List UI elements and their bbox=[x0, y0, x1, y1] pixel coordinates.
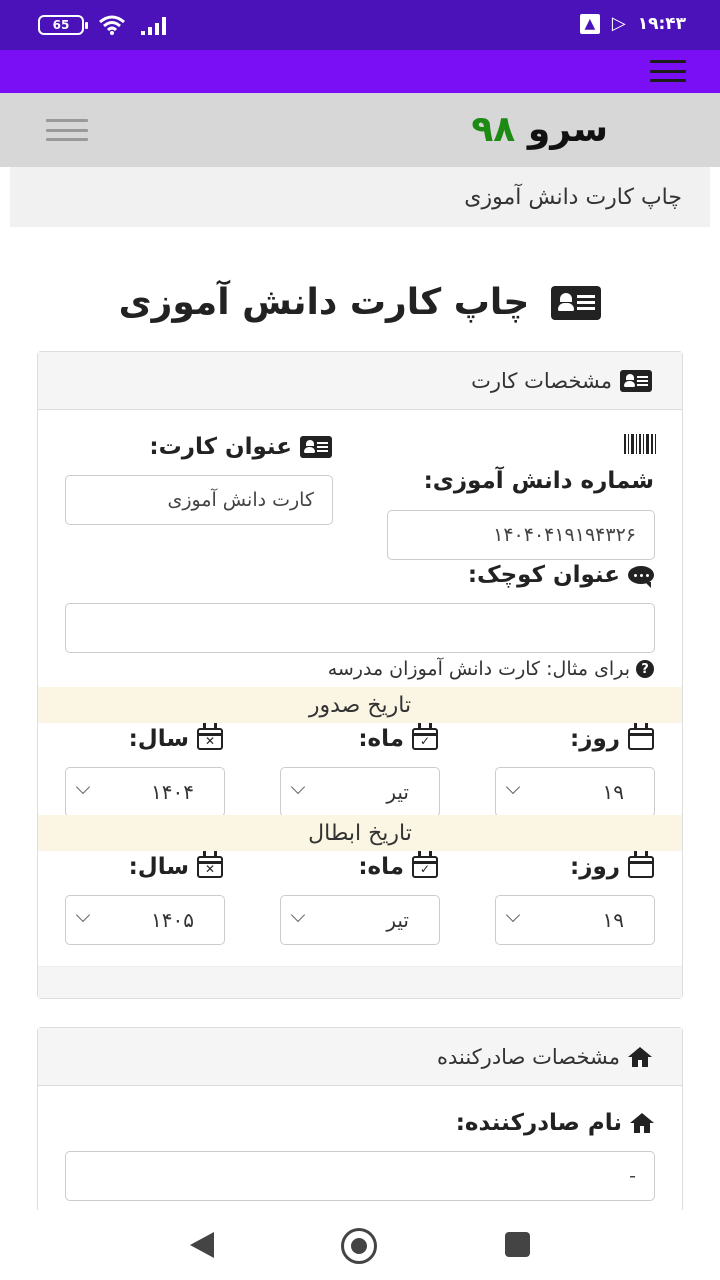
comment-icon bbox=[628, 566, 654, 588]
page-title: چاپ کارت دانش آموزی bbox=[0, 282, 720, 323]
calendar-icon bbox=[628, 851, 654, 878]
card-title-input[interactable]: کارت دانش آموزی bbox=[65, 475, 333, 525]
chevron-down-icon bbox=[290, 907, 306, 923]
student-number-input[interactable]: ۱۴۰۴۰۴۱۹۱۹۴۳۲۶ bbox=[387, 510, 655, 560]
calendar-check-icon: ✓ bbox=[412, 851, 438, 878]
calendar-times-icon: ✕ bbox=[197, 851, 223, 878]
nav-toggle-icon[interactable] bbox=[46, 119, 88, 141]
id-card-icon bbox=[551, 285, 602, 320]
clock: ۱۹:۴۳ bbox=[637, 14, 686, 34]
id-card-icon bbox=[300, 436, 332, 458]
status-bar: 65 ▲ ▷ ۱۹:۴۳ bbox=[0, 0, 720, 50]
issuer-name-label: نام صادرکننده: bbox=[456, 1110, 654, 1136]
expiry-day-label: روز: bbox=[570, 851, 654, 880]
card-specs-header: مشخصات کارت bbox=[38, 352, 682, 410]
id-card-icon bbox=[620, 369, 652, 392]
breadcrumb: چاپ کارت دانش آموزی bbox=[10, 167, 710, 227]
expiry-year-select[interactable]: ۱۴۰۵ bbox=[65, 895, 225, 945]
small-title-label: عنوان کوچک: bbox=[468, 562, 654, 588]
battery-icon: 65 bbox=[38, 15, 88, 35]
issuer-header: مشخصات صادرکننده bbox=[38, 1028, 682, 1086]
chevron-down-icon bbox=[290, 779, 306, 795]
issue-month-select[interactable]: تیر bbox=[280, 767, 440, 817]
chevron-down-icon bbox=[505, 907, 521, 923]
calendar-icon bbox=[628, 723, 654, 750]
expiry-year-label: ✕ سال: bbox=[129, 851, 223, 880]
brand-logo[interactable]: سرو ۹۸ bbox=[471, 109, 608, 150]
home-icon bbox=[630, 1113, 654, 1133]
battery-level: 65 bbox=[52, 18, 70, 32]
wifi-icon bbox=[99, 15, 125, 35]
student-number-label: شماره دانش آموزی: bbox=[423, 468, 654, 494]
system-navigation-bar bbox=[0, 1210, 720, 1280]
calendar-times-icon: ✕ bbox=[197, 723, 223, 750]
issue-date-heading: تاریخ صدور bbox=[38, 687, 682, 723]
calendar-check-icon: ✓ bbox=[412, 723, 438, 750]
menu-icon[interactable] bbox=[650, 60, 686, 82]
card-specs-footer bbox=[38, 966, 682, 998]
issue-day-label: روز: bbox=[570, 723, 654, 752]
page-title-text: چاپ کارت دانش آموزی bbox=[118, 282, 530, 323]
question-circle-icon: ? bbox=[636, 660, 654, 678]
issue-day-select[interactable]: ۱۹ bbox=[495, 767, 655, 817]
barcode-icon bbox=[624, 434, 656, 454]
small-title-input[interactable] bbox=[65, 603, 655, 653]
home-icon bbox=[628, 1046, 652, 1067]
card-title-label: عنوان کارت: bbox=[149, 434, 332, 460]
chevron-down-icon bbox=[505, 779, 521, 795]
issue-month-label: ✓ ماه: bbox=[358, 723, 438, 752]
expiry-date-heading: تاریخ ابطال bbox=[38, 815, 682, 851]
issue-year-label: ✕ سال: bbox=[129, 723, 223, 752]
play-icon: ▷ bbox=[611, 13, 626, 34]
chevron-down-icon bbox=[75, 907, 91, 923]
breadcrumb-item: چاپ کارت دانش آموزی bbox=[464, 184, 682, 210]
site-navbar: سرو ۹۸ bbox=[0, 93, 720, 167]
upload-notification-icon: ▲ bbox=[579, 14, 600, 34]
top-bar bbox=[0, 50, 720, 93]
chevron-down-icon bbox=[75, 779, 91, 795]
issuer-name-input[interactable]: - bbox=[65, 1151, 655, 1201]
home-button-icon[interactable] bbox=[341, 1228, 377, 1264]
expiry-day-select[interactable]: ۱۹ bbox=[495, 895, 655, 945]
expiry-month-select[interactable]: تیر bbox=[280, 895, 440, 945]
recent-apps-icon[interactable] bbox=[505, 1232, 530, 1257]
expiry-month-label: ✓ ماه: bbox=[358, 851, 438, 880]
issue-year-select[interactable]: ۱۴۰۴ bbox=[65, 767, 225, 817]
small-title-help: ? برای مثال: کارت دانش آموزان مدرسه bbox=[328, 658, 654, 680]
signal-icon bbox=[141, 17, 166, 35]
back-icon[interactable] bbox=[190, 1232, 214, 1258]
